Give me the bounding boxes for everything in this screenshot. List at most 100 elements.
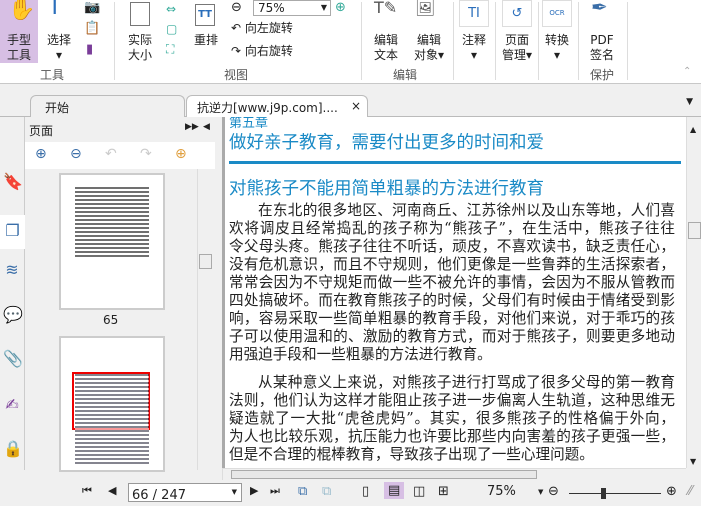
page-number-label: 65 — [103, 313, 119, 327]
layers-icon[interactable]: ≋ — [3, 260, 21, 280]
edit-object-button[interactable]: 🖼 编辑 对象▾ — [409, 0, 449, 63]
annotate-button[interactable]: TI 注释 ▾ — [459, 0, 489, 63]
zoom-dropdown-icon[interactable]: ▼ — [538, 488, 543, 496]
facing-page-icon[interactable]: ◫ — [413, 484, 425, 499]
fit-visible-icon[interactable]: ⛶ — [166, 42, 174, 57]
attachment-icon[interactable]: 📎 — [3, 349, 23, 369]
status-bar: ⏮ ◀ 66 / 247 ▼ ▶ ⏭ ⧉ ⧉ ▯ ▤ ◫ ⊞ 75% ▼ ⊖ ⊕ … — [0, 480, 701, 506]
zoom-out-icon[interactable]: ⊖ — [548, 484, 559, 499]
convert-button[interactable]: OCR 转换 ▾ — [542, 0, 572, 63]
group-edit-label: 编辑 — [393, 68, 418, 82]
close-icon[interactable]: × — [351, 99, 361, 113]
chapter-label: 第五章 — [229, 117, 269, 131]
tab-list-chevron-icon[interactable]: ▼ — [686, 97, 693, 107]
ribbon: ✋ 手型 工具 T 选择 ▾ 📷 📋 ▮ 工具 实际 大小 ⇔ ▢ ⛶ TT 重排 ⊖… — [0, 0, 701, 84]
first-page-icon[interactable]: ⏮ — [82, 484, 92, 498]
page-manage-button[interactable]: ↺ 页面 管理▾ — [498, 0, 536, 63]
signature-icon[interactable]: ✍ — [3, 395, 21, 415]
snapshot-icon[interactable]: 📷 — [84, 0, 100, 15]
clipboard-icon[interactable]: 📋 — [84, 21, 100, 36]
group-view-label: 视图 — [224, 68, 249, 82]
group-tools-label: 工具 — [40, 68, 65, 82]
document-horizontal-scrollbar[interactable] — [222, 468, 686, 480]
reflow-button[interactable]: TT 重排 — [190, 0, 222, 63]
chevron-down-icon: ▼ — [320, 3, 327, 12]
edit-text-button[interactable]: T✎ 编辑 文本 — [370, 0, 402, 63]
collapse-ribbon-icon[interactable]: ⌃ — [683, 66, 691, 77]
comments-icon[interactable]: 💬 — [3, 305, 23, 325]
zoom-in-icon[interactable]: ⊕ — [335, 0, 346, 15]
hand-tool-button[interactable]: ✋ 手型 工具 — [0, 0, 38, 63]
tab-bar: 开始 抗逆力[www.j9p.com].... × ▼ — [0, 85, 701, 117]
panel-expand-icon[interactable]: ▶▶ — [185, 122, 199, 132]
zoom-out-page-icon[interactable]: ⊖ — [70, 146, 82, 162]
resize-grip-icon: ⁄⁄ — [688, 484, 693, 499]
thumbnail-list: 65 — [25, 169, 197, 472]
insert-page-icon[interactable]: ⊕ — [175, 146, 187, 162]
single-page-icon[interactable]: ▯ — [362, 484, 369, 499]
next-view-icon[interactable]: ⧉ — [322, 484, 331, 499]
scroll-down-icon[interactable]: ▼ — [690, 457, 696, 466]
zoom-in-page-icon[interactable]: ⊕ — [35, 146, 47, 162]
pages-panel-icon[interactable]: ❐ — [0, 215, 25, 249]
continuous-page-icon[interactable]: ▤ — [384, 482, 405, 499]
select-button[interactable]: T 选择 ▾ — [42, 0, 76, 63]
divider — [361, 2, 362, 80]
rotate-page-right-icon[interactable]: ↷ — [140, 146, 152, 162]
rotate-right-icon: ↷ — [231, 44, 242, 58]
fit-width-icon[interactable]: ⇔ — [166, 2, 176, 16]
tab-start[interactable]: 开始 — [30, 95, 185, 117]
page-thumbnail[interactable] — [59, 173, 165, 310]
page-icon — [130, 2, 150, 26]
side-rail: 🔖 ❐ ≋ 💬 📎 ✍ 🔒 — [0, 117, 25, 470]
prev-page-icon[interactable]: ◀ — [108, 484, 116, 497]
hand-icon: ✋ — [8, 0, 36, 22]
divider — [578, 2, 579, 80]
scroll-up-icon[interactable]: ▲ — [690, 125, 696, 134]
scroll-thumb[interactable] — [231, 470, 537, 479]
paragraph-1: 在东北的很多地区、河南商丘、江苏徐州以及山东等地，人们喜 欢将调皮且经常捣乱的孩… — [229, 202, 675, 363]
rotate-page-left-icon[interactable]: ↶ — [105, 146, 117, 162]
rotate-right-button[interactable]: ↷ 向右旋转 — [231, 44, 293, 59]
rotate-left-icon: ↶ — [231, 21, 242, 35]
bookmark-icon[interactable]: ▮ — [86, 42, 93, 57]
zoom-in-icon[interactable]: ⊕ — [666, 484, 677, 499]
ocr-icon: OCR — [542, 0, 572, 27]
page-rotate-icon: ↺ — [502, 0, 532, 27]
lock-icon[interactable]: 🔒 — [3, 439, 23, 459]
edit-object-icon: 🖼 — [415, 0, 436, 17]
zoom-slider[interactable] — [569, 488, 661, 499]
scroll-thumb[interactable] — [199, 254, 212, 269]
reflow-icon: TT — [195, 4, 215, 26]
zoom-percent[interactable]: 75% — [487, 484, 516, 499]
edit-text-icon: T✎ — [374, 0, 398, 17]
divider — [538, 2, 539, 80]
panel-title: 页面 — [29, 124, 54, 138]
pages-panel: 页面 ▶▶ ◀ ⊕ ⊖ ↶ ↷ ⊕ 65 — [25, 117, 215, 472]
scroll-thumb[interactable] — [688, 222, 701, 239]
tab-document[interactable]: 抗逆力[www.j9p.com].... × — [186, 95, 368, 117]
actual-size-button[interactable]: 实际 大小 — [122, 0, 158, 63]
group-protect-label: 保护 — [590, 68, 615, 82]
zoom-slider-handle[interactable] — [601, 488, 607, 499]
divider — [114, 2, 115, 80]
panel-collapse-icon[interactable]: ◀ — [203, 122, 210, 132]
bookmark-panel-icon[interactable]: 🔖 — [3, 172, 23, 192]
divider — [627, 2, 628, 80]
page-thumbnail-current[interactable] — [59, 336, 165, 472]
pdf-sign-button[interactable]: ✒ PDF 签名 — [585, 0, 619, 63]
zoom-select[interactable]: 75% ▼ — [253, 0, 331, 16]
panel-toolbar: ⊕ ⊖ ↶ ↷ ⊕ — [25, 142, 215, 169]
page-number-input[interactable]: 66 / 247 ▼ — [128, 483, 242, 503]
previous-view-icon[interactable]: ⧉ — [298, 484, 307, 499]
rotate-left-button[interactable]: ↶ 向左旋转 — [231, 21, 293, 36]
panel-scrollbar[interactable] — [197, 169, 212, 470]
zoom-out-icon[interactable]: ⊖ — [231, 0, 242, 15]
fit-page-icon[interactable]: ▢ — [166, 22, 177, 36]
divider — [453, 2, 454, 80]
last-page-icon[interactable]: ⏭ — [270, 484, 280, 498]
next-page-icon[interactable]: ▶ — [250, 484, 258, 497]
document-vertical-scrollbar[interactable]: ▲ ▼ — [686, 117, 701, 468]
chevron-down-icon[interactable]: ▼ — [232, 488, 237, 496]
continuous-facing-icon[interactable]: ⊞ — [438, 484, 449, 499]
